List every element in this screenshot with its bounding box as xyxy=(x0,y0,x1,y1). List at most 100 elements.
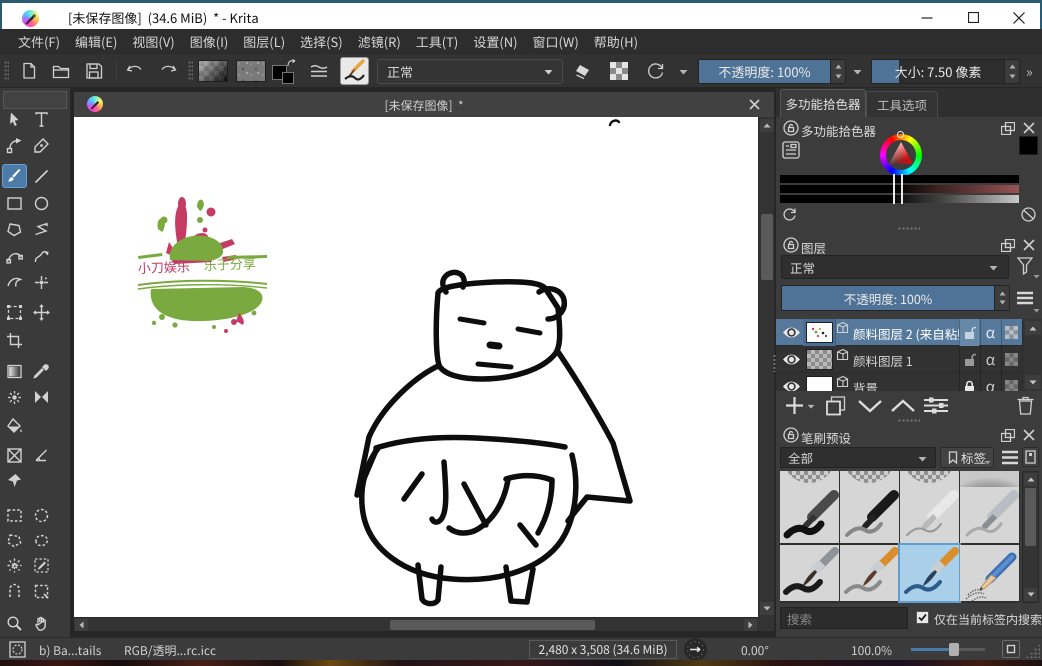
preset-filter-dropdown[interactable]: 全部 xyxy=(780,447,936,468)
menu-view[interactable]: 视图(V) xyxy=(125,29,181,54)
tool-bezier-select[interactable] xyxy=(29,553,54,577)
tool-measure[interactable] xyxy=(29,443,54,467)
redo-icon[interactable] xyxy=(155,59,181,83)
tool-assistants[interactable] xyxy=(2,443,27,467)
horizontal-scroll-thumb[interactable] xyxy=(390,620,595,630)
brush-size-slider[interactable]: 大小: 7.50 像素 xyxy=(871,59,1020,84)
value-strip[interactable] xyxy=(780,195,1019,203)
minimize-button[interactable] xyxy=(910,5,944,30)
scroll-up-arrow[interactable] xyxy=(1025,321,1041,335)
canvas-rotation-widget[interactable] xyxy=(684,638,707,661)
tool-ellipse[interactable] xyxy=(29,191,54,215)
vertical-scroll-thumb[interactable] xyxy=(761,214,773,280)
close-canvas-icon[interactable] xyxy=(749,99,760,110)
move-layer-down-icon[interactable] xyxy=(857,399,883,413)
tool-polygon-select[interactable] xyxy=(2,528,27,552)
tool-select-shapes[interactable] xyxy=(2,107,27,131)
background-color-swatch[interactable] xyxy=(282,72,294,84)
color-profile[interactable]: RGB/透明...rc.icc xyxy=(124,642,216,659)
rotation-angle[interactable]: 0.00° xyxy=(741,642,769,659)
opacity-slider[interactable]: 不透明度: 100% xyxy=(698,59,846,84)
tab-advanced-color-selector[interactable]: 多功能拾色器 xyxy=(780,89,866,117)
canvas-viewport[interactable]: 小刀娱乐 乐于分享 xyxy=(74,117,758,617)
layer-inherit-alpha-toggle[interactable] xyxy=(1001,346,1021,373)
chevron-down-icon[interactable] xyxy=(1033,274,1040,279)
layer-inherit-alpha-toggle[interactable] xyxy=(1001,373,1021,391)
refresh-colors-icon[interactable] xyxy=(781,206,798,223)
chevron-down-icon[interactable] xyxy=(807,404,815,409)
preset-menu-icon[interactable] xyxy=(1000,449,1020,466)
move-layer-up-icon[interactable] xyxy=(890,399,916,413)
tool-dynamic-brush[interactable] xyxy=(2,270,27,294)
layer-row-paint2[interactable]: 颜料图层 2 (来自粘贴) α xyxy=(776,319,1022,346)
color-wheel[interactable] xyxy=(880,134,922,176)
menu-select[interactable]: 选择(S) xyxy=(293,29,350,54)
tool-magnetic-select[interactable] xyxy=(2,579,27,603)
tool-bezier-curve[interactable] xyxy=(2,244,27,268)
tool-calligraphy[interactable] xyxy=(29,133,54,157)
tool-fill[interactable] xyxy=(2,413,27,437)
zoom-slider[interactable] xyxy=(911,648,985,651)
duplicate-layer-icon[interactable] xyxy=(825,395,847,416)
foreground-background-colors[interactable] xyxy=(272,59,300,85)
add-layer-icon[interactable] xyxy=(784,395,805,416)
menu-image[interactable]: 图像(I) xyxy=(183,29,236,54)
brush-preset-thumb[interactable] xyxy=(960,545,1019,601)
close-docker-icon[interactable] xyxy=(1023,122,1035,134)
preserve-alpha-icon[interactable] xyxy=(606,59,632,83)
tool-pan[interactable] xyxy=(29,611,54,635)
tool-color-sampler[interactable] xyxy=(29,359,54,383)
brush-preset-thumb[interactable] xyxy=(780,545,839,601)
tool-freehand-brush[interactable] xyxy=(2,164,27,188)
layer-opacity-spinner[interactable] xyxy=(994,286,1009,310)
docker-resize-handle[interactable] xyxy=(898,419,920,422)
tab-tool-options[interactable]: 工具选项 xyxy=(866,91,938,117)
new-document-icon[interactable] xyxy=(16,59,42,83)
chevron-down-icon[interactable] xyxy=(853,69,862,75)
maximize-button[interactable] xyxy=(956,5,990,30)
search-input[interactable] xyxy=(780,607,908,629)
menu-help[interactable]: 帮助(H) xyxy=(587,29,645,54)
color-selector-settings-icon[interactable] xyxy=(782,141,800,159)
scroll-up-arrow[interactable] xyxy=(1024,473,1037,486)
menu-layer[interactable]: 图层(L) xyxy=(236,29,292,54)
vertical-scrollbar[interactable] xyxy=(758,117,774,617)
search-in-tag-checkbox[interactable] xyxy=(916,611,929,624)
float-docker-icon[interactable] xyxy=(1001,239,1015,252)
swap-colors-icon[interactable] xyxy=(287,59,297,68)
layer-inherit-alpha-toggle[interactable] xyxy=(1001,319,1021,346)
layer-options-icon[interactable] xyxy=(1015,290,1035,306)
brush-preset-chip[interactable] xyxy=(340,57,369,85)
tool-reference-images[interactable] xyxy=(2,468,27,492)
tool-polygon[interactable] xyxy=(2,217,27,241)
reload-preset-icon[interactable] xyxy=(643,59,669,83)
docker-resize-handle[interactable] xyxy=(898,227,920,230)
canvas-subwindow-titlebar[interactable]: [未保存图像] * xyxy=(74,92,774,117)
current-brush-name[interactable]: b) Ba...tails xyxy=(39,642,101,659)
brush-preset-thumb[interactable] xyxy=(780,487,839,543)
preset-scroll-thumb[interactable] xyxy=(1025,488,1036,546)
tool-crop[interactable] xyxy=(2,328,27,352)
tool-multibrush[interactable] xyxy=(29,270,54,294)
disabled-icon[interactable] xyxy=(1021,207,1036,222)
tool-move[interactable] xyxy=(29,300,54,324)
undo-icon[interactable] xyxy=(122,59,148,83)
selection-mode-icon[interactable] xyxy=(9,641,26,658)
tool-similar-select[interactable] xyxy=(2,553,27,577)
scroll-down-arrow[interactable] xyxy=(760,602,774,615)
hsv-triangle[interactable] xyxy=(886,140,916,170)
open-document-icon[interactable] xyxy=(48,59,74,83)
tool-smart-patch[interactable] xyxy=(29,385,54,409)
opacity-spinner[interactable] xyxy=(830,60,845,83)
brush-preset-thumb[interactable] xyxy=(960,487,1019,543)
gamut-strip-red[interactable] xyxy=(780,185,1019,193)
tool-transform[interactable] xyxy=(2,300,27,324)
layer-row-paint1[interactable]: 颜料图层 1 α xyxy=(776,346,1022,373)
toolbar-grip[interactable] xyxy=(188,61,193,81)
brush-preset-thumb[interactable] xyxy=(900,545,959,601)
tool-freehand-path[interactable] xyxy=(29,244,54,268)
layer-alpha-toggle[interactable]: α xyxy=(980,319,1000,346)
close-button[interactable] xyxy=(1002,5,1036,30)
close-docker-icon[interactable] xyxy=(1023,429,1035,441)
eraser-icon[interactable] xyxy=(570,59,596,83)
